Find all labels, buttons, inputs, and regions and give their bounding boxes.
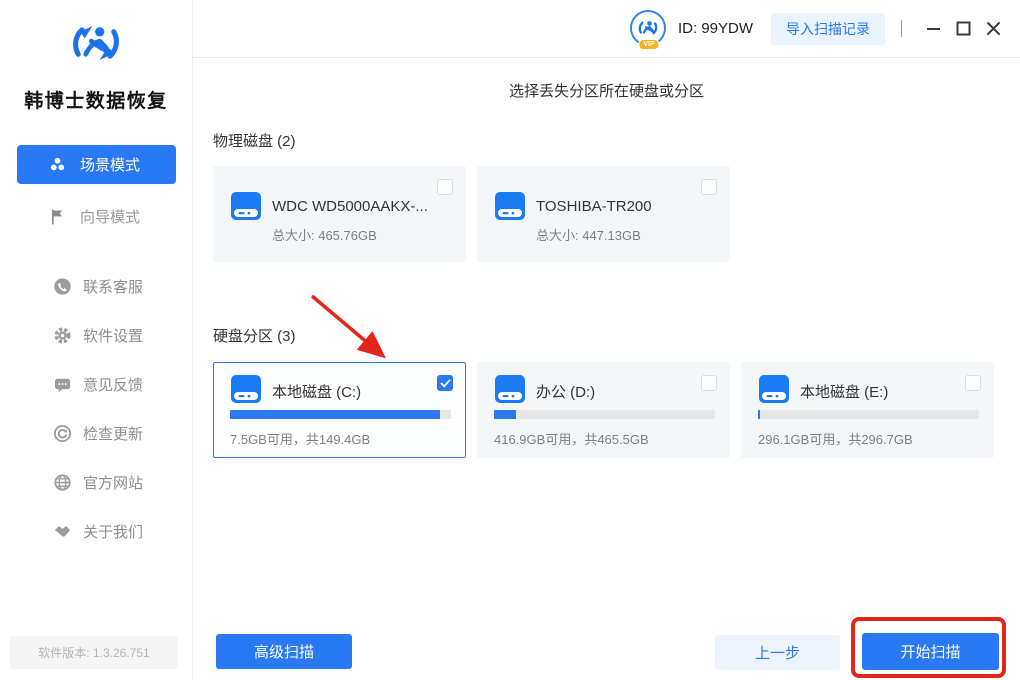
globe-icon (52, 473, 72, 493)
disk-size: 总大小: 465.76GB (272, 228, 377, 243)
sidebar-item-label: 软件设置 (83, 328, 144, 345)
sidebar-item-label: 官方网站 (83, 475, 144, 492)
hard-drive-icon (495, 192, 525, 225)
hard-drive-icon (231, 192, 261, 225)
disk-card-wdc[interactable]: WDC WD5000AAKX-... 总大小: 465.76GB (213, 166, 466, 262)
partitions-row: 本地磁盘 (C:) 7.5GB可用，共149.4GB 办公 (D:) 416.9… (213, 362, 994, 458)
sidebar-item-label: 检查更新 (83, 426, 144, 443)
sidebar-item-label: 联系客服 (83, 279, 144, 296)
handshake-icon (52, 522, 72, 542)
gear-icon (52, 326, 72, 346)
partition-name: 办公 (D:) (536, 384, 596, 401)
partition-size: 7.5GB可用，共149.4GB (230, 432, 371, 447)
app-logo-icon (66, 14, 126, 77)
select-checkbox[interactable] (965, 375, 981, 391)
usage-bar-fill (494, 410, 517, 419)
select-checkbox[interactable] (701, 375, 717, 391)
usage-bar-fill (758, 410, 761, 419)
sidebar-item-scene-mode[interactable]: 场景模式 (17, 145, 176, 184)
partition-name: 本地磁盘 (C:) (272, 384, 362, 401)
sidebar-item-label: 场景模式 (80, 157, 141, 174)
sidebar-item-feedback[interactable]: 意见反馈 (0, 360, 192, 409)
partition-card-e[interactable]: 本地磁盘 (E:) 296.1GB可用，共296.7GB (741, 362, 994, 458)
user-id-label: ID: 99YDW (677, 20, 753, 37)
physical-disks-row: WDC WD5000AAKX-... 总大小: 465.76GB TOSHIBA… (213, 166, 730, 262)
user-avatar[interactable]: VIP (629, 9, 668, 50)
hard-drive-icon (231, 375, 261, 408)
hard-drive-icon (759, 375, 789, 408)
maximize-button[interactable] (948, 14, 978, 44)
disk-name: TOSHIBA-TR200 (536, 198, 652, 215)
partition-card-c[interactable]: 本地磁盘 (C:) 7.5GB可用，共149.4GB (213, 362, 466, 458)
app-version: 软件版本: 1.3.26.751 (10, 636, 178, 669)
app-window: 韩博士数据恢复 场景模式 向导模式 联系客服 软件设置 意见反馈 检查更新 官方… (0, 0, 1020, 680)
disk-name: WDC WD5000AAKX-... (272, 198, 428, 215)
advanced-scan-button[interactable]: 高级扫描 (216, 634, 352, 669)
import-scan-records-button[interactable]: 导入扫描记录 (771, 12, 885, 45)
usage-bar (494, 410, 715, 419)
sidebar-item-label: 关于我们 (83, 524, 144, 541)
sidebar-item-label: 意见反馈 (83, 377, 144, 394)
physical-disks-section-label: 物理磁盘 (2) (213, 133, 296, 150)
usage-bar (758, 410, 979, 419)
partition-card-d[interactable]: 办公 (D:) 416.9GB可用，共465.5GB (477, 362, 730, 458)
partition-size: 416.9GB可用，共465.5GB (494, 432, 649, 447)
app-title: 韩博士数据恢复 (24, 91, 168, 112)
flag-icon (47, 206, 67, 226)
header-divider (901, 20, 902, 37)
usage-bar-fill (230, 410, 440, 419)
select-checkbox[interactable] (701, 179, 717, 195)
hard-drive-icon (495, 375, 525, 408)
check-update-icon (52, 424, 72, 444)
select-checkbox[interactable] (437, 375, 453, 391)
sidebar-item-check-update[interactable]: 检查更新 (0, 409, 192, 458)
disk-size: 总大小: 447.13GB (536, 228, 641, 243)
sidebar-item-guide-mode[interactable]: 向导模式 (17, 200, 176, 232)
disk-card-toshiba[interactable]: TOSHIBA-TR200 总大小: 447.13GB (477, 166, 730, 262)
phone-circle-icon (52, 277, 72, 297)
title-bar: VIP ID: 99YDW 导入扫描记录 (193, 0, 1020, 58)
scene-mode-icon (47, 155, 67, 175)
partitions-section-label: 硬盘分区 (3) (213, 328, 296, 345)
usage-bar (230, 410, 451, 419)
vip-badge: VIP (638, 38, 660, 50)
start-scan-button[interactable]: 开始扫描 (862, 633, 999, 670)
sidebar-item-about-us[interactable]: 关于我们 (0, 507, 192, 556)
sidebar-menu: 联系客服 软件设置 意见反馈 检查更新 官方网站 关于我们 (0, 262, 192, 556)
sidebar-item-contact-support[interactable]: 联系客服 (0, 262, 192, 311)
prev-step-button[interactable]: 上一步 (715, 635, 840, 670)
partition-name: 本地磁盘 (E:) (800, 384, 889, 401)
sidebar-item-official-website[interactable]: 官方网站 (0, 458, 192, 507)
sidebar-item-label: 向导模式 (80, 208, 141, 226)
partition-size: 296.1GB可用，共296.7GB (758, 432, 913, 447)
minimize-button[interactable] (918, 14, 948, 44)
sidebar-item-settings[interactable]: 软件设置 (0, 311, 192, 360)
close-button[interactable] (978, 14, 1008, 44)
select-checkbox[interactable] (437, 179, 453, 195)
feedback-comment-icon (52, 375, 72, 395)
page-title: 选择丢失分区所在硬盘或分区 (508, 83, 704, 100)
sidebar: 韩博士数据恢复 场景模式 向导模式 联系客服 软件设置 意见反馈 检查更新 官方… (0, 0, 193, 680)
